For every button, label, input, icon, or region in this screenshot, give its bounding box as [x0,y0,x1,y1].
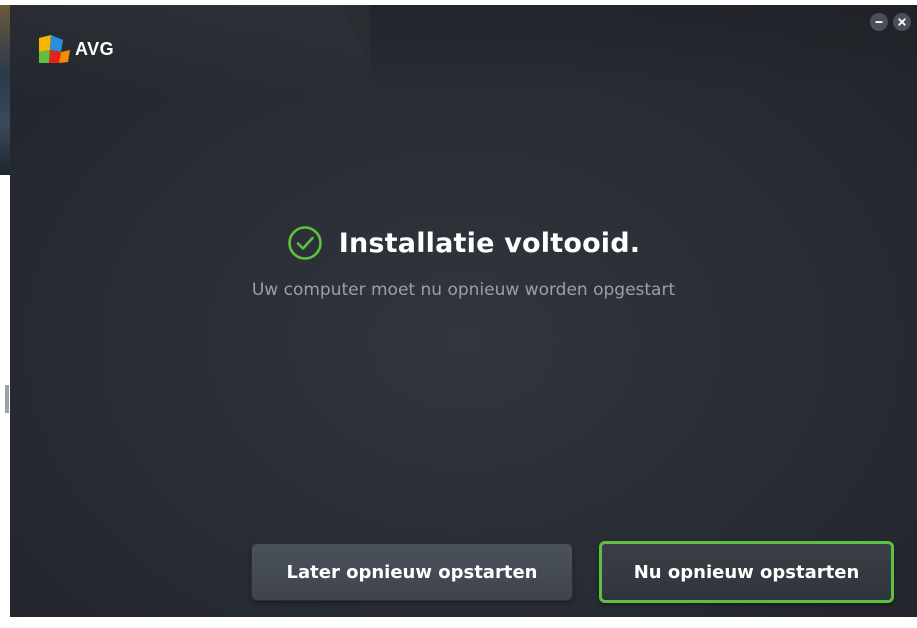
avg-logo-icon [39,35,70,63]
logo-text: AVG [75,38,115,59]
status-title: Installatie voltooid. [338,227,641,259]
minimize-button[interactable] [870,13,888,31]
close-icon [898,18,906,26]
background-window-tick [5,385,9,413]
minimize-icon [875,21,883,23]
close-button[interactable] [893,13,911,31]
check-circle-icon [287,226,322,260]
restart-now-button[interactable]: Nu opnieuw opstarten [599,541,894,603]
avg-logo: AVG [37,32,114,66]
background-window-edge [0,5,10,175]
window-controls [870,13,911,31]
restart-later-button[interactable]: Later opnieuw opstarten [251,543,573,601]
status-heading: Installatie voltooid. [10,225,917,261]
status-subtitle: Uw computer moet nu opnieuw worden opges… [251,280,676,300]
installer-window: AVG Installatie voltooid. Uw computer mo… [10,5,917,617]
